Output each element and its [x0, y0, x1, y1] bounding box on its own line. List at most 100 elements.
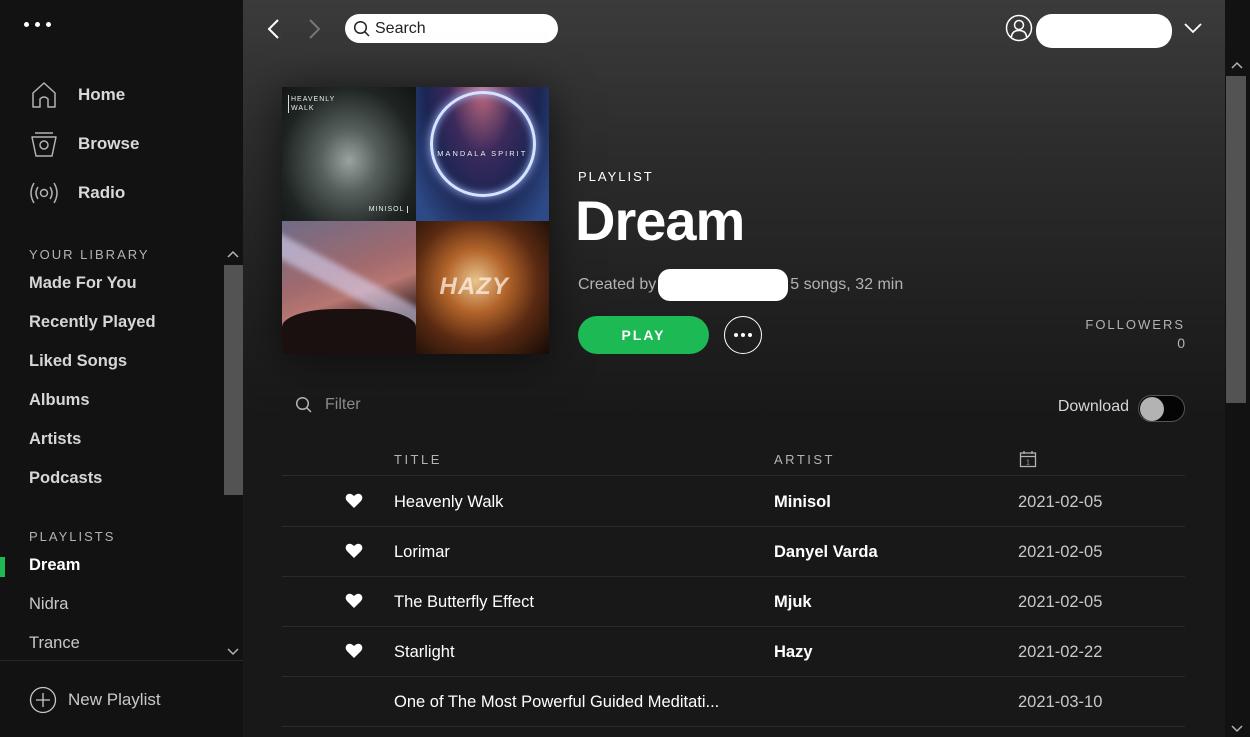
cover-tile-hazy: HAZY: [415, 220, 549, 354]
cover-ring: [429, 91, 536, 197]
track-title: One of The Most Powerful Guided Meditati…: [394, 693, 720, 711]
track-date-added: 2021-03-10: [1018, 693, 1103, 711]
cover-crowd: [282, 309, 416, 354]
ellipsis-dot: [46, 22, 51, 27]
playlist-summary: 5 songs, 32 min: [790, 276, 904, 293]
more-options-button[interactable]: [724, 316, 762, 354]
heart-icon[interactable]: [345, 592, 363, 609]
cover-tile-mandala-spirit: MANDALA SPIRIT: [415, 87, 549, 221]
playlist-item-dream[interactable]: Dream: [29, 556, 80, 575]
track-row[interactable]: One of The Most Powerful Guided Meditati…: [282, 677, 1185, 727]
track-row[interactable]: Lorimar Danyel Varda 2021-02-05: [282, 527, 1185, 577]
user-name-redacted[interactable]: [1036, 14, 1172, 48]
svg-text:1: 1: [1026, 460, 1030, 467]
cover-tile-concert: [282, 220, 416, 354]
track-artist[interactable]: Hazy: [774, 643, 813, 662]
user-menu-chevron-icon[interactable]: [1183, 20, 1203, 36]
track-date-added: 2021-02-05: [1018, 543, 1103, 561]
heart-icon[interactable]: [345, 642, 363, 659]
scroll-up-chevron-icon[interactable]: [226, 249, 240, 259]
active-indicator: [0, 557, 5, 577]
main-scroll-down-icon[interactable]: [1230, 724, 1244, 734]
nav-browse-label: Browse: [78, 134, 140, 153]
track-table-header: TITLE ARTIST 1: [282, 445, 1185, 476]
toggle-knob: [1140, 397, 1164, 421]
new-playlist-button[interactable]: New Playlist: [29, 686, 161, 714]
playlist-item-trance[interactable]: Trance: [29, 634, 80, 653]
nav-radio-label: Radio: [78, 183, 126, 202]
library-item-liked-songs[interactable]: Liked Songs: [29, 352, 127, 371]
back-chevron-icon[interactable]: [261, 16, 287, 42]
cover-tile-heavenly-walk: HEAVENLY WALK MINISOL: [282, 87, 416, 221]
search-box[interactable]: [345, 14, 558, 43]
playlist-cover: HEAVENLY WALK MINISOL MANDALA SPIRIT HAZ…: [282, 87, 549, 354]
ellipsis-icon: [734, 333, 738, 337]
column-header-artist[interactable]: ARTIST: [774, 452, 835, 467]
playlist-title: Dream: [575, 189, 745, 252]
playlist-type-label: PLAYLIST: [578, 169, 654, 184]
cover-text: HAZY: [439, 272, 509, 300]
heart-icon[interactable]: [345, 542, 363, 559]
main-scrollbar-thumb[interactable]: [1226, 76, 1246, 403]
filter-box[interactable]: [295, 396, 525, 414]
track-artist[interactable]: Danyel Varda: [774, 543, 878, 562]
ellipsis-dot: [35, 22, 40, 27]
calendar-icon[interactable]: 1: [1019, 450, 1037, 468]
user-avatar-icon[interactable]: [1005, 14, 1033, 42]
library-item-albums[interactable]: Albums: [29, 391, 90, 410]
scroll-down-chevron-icon[interactable]: [226, 647, 240, 657]
created-by-label: Created by: [578, 276, 657, 293]
browse-icon: [31, 132, 57, 157]
followers-count: 0: [1177, 335, 1185, 351]
app-menu-button[interactable]: [24, 22, 51, 27]
track-date-added: 2021-02-22: [1018, 643, 1103, 661]
track-title: Lorimar: [394, 543, 450, 561]
playlist-meta: Created by 5 songs, 32 min: [578, 269, 903, 301]
filter-search-icon: [295, 396, 312, 413]
nav-home-label: Home: [78, 85, 126, 104]
library-item-artists[interactable]: Artists: [29, 430, 81, 449]
track-title: Heavenly Walk: [394, 493, 504, 511]
library-item-recently-played[interactable]: Recently Played: [29, 313, 156, 332]
nav-radio[interactable]: Radio: [29, 177, 125, 209]
nav-home[interactable]: Home: [29, 79, 125, 111]
sidebar-divider: [0, 660, 243, 661]
track-date-added: 2021-02-05: [1018, 493, 1103, 511]
followers-label: FOLLOWERS: [1085, 317, 1185, 332]
cover-text-top: HEAVENLY WALK: [288, 95, 338, 113]
sidebar-scrollbar-thumb[interactable]: [224, 265, 243, 495]
new-playlist-label: New Playlist: [68, 690, 161, 709]
filter-input[interactable]: [325, 396, 525, 414]
track-artist[interactable]: Mjuk: [774, 593, 812, 612]
library-item-podcasts[interactable]: Podcasts: [29, 469, 102, 488]
forward-chevron-icon[interactable]: [301, 16, 327, 42]
playlists-heading: PLAYLISTS: [29, 529, 116, 544]
main-scroll-up-icon[interactable]: [1230, 60, 1244, 70]
column-header-title[interactable]: TITLE: [394, 452, 442, 467]
cover-text-bottom: MINISOL: [369, 205, 408, 213]
play-button[interactable]: PLAY: [578, 316, 709, 354]
ellipsis-dot: [741, 333, 745, 337]
track-row[interactable]: Starlight Hazy 2021-02-22: [282, 627, 1185, 677]
track-row[interactable]: Heavenly Walk Minisol 2021-02-05: [282, 477, 1185, 527]
track-artist[interactable]: Minisol: [774, 493, 831, 512]
playlist-item-nidra[interactable]: Nidra: [29, 595, 68, 614]
heart-icon[interactable]: [345, 492, 363, 509]
library-item-made-for-you[interactable]: Made For You: [29, 274, 137, 293]
main-content: HEAVENLY WALK MINISOL MANDALA SPIRIT HAZ…: [243, 0, 1225, 737]
cover-text: MANDALA SPIRIT: [437, 149, 528, 158]
creator-name-redacted[interactable]: [658, 269, 789, 301]
track-row[interactable]: The Butterfly Effect Mjuk 2021-02-05: [282, 577, 1185, 627]
download-label: Download: [1057, 398, 1129, 415]
library-heading: YOUR LIBRARY: [29, 247, 150, 262]
track-date-added: 2021-02-05: [1018, 593, 1103, 611]
download-toggle[interactable]: [1138, 395, 1185, 422]
ellipsis-dot: [748, 333, 752, 337]
ellipsis-icon: [24, 22, 29, 27]
nav-browse[interactable]: Browse: [29, 128, 139, 160]
plus-circle-icon: [29, 686, 57, 714]
search-input[interactable]: [375, 19, 545, 38]
sidebar: Home Browse Radio YOUR LIBRARY Made For …: [0, 0, 243, 737]
search-icon: [353, 20, 370, 37]
home-icon: [32, 82, 56, 108]
